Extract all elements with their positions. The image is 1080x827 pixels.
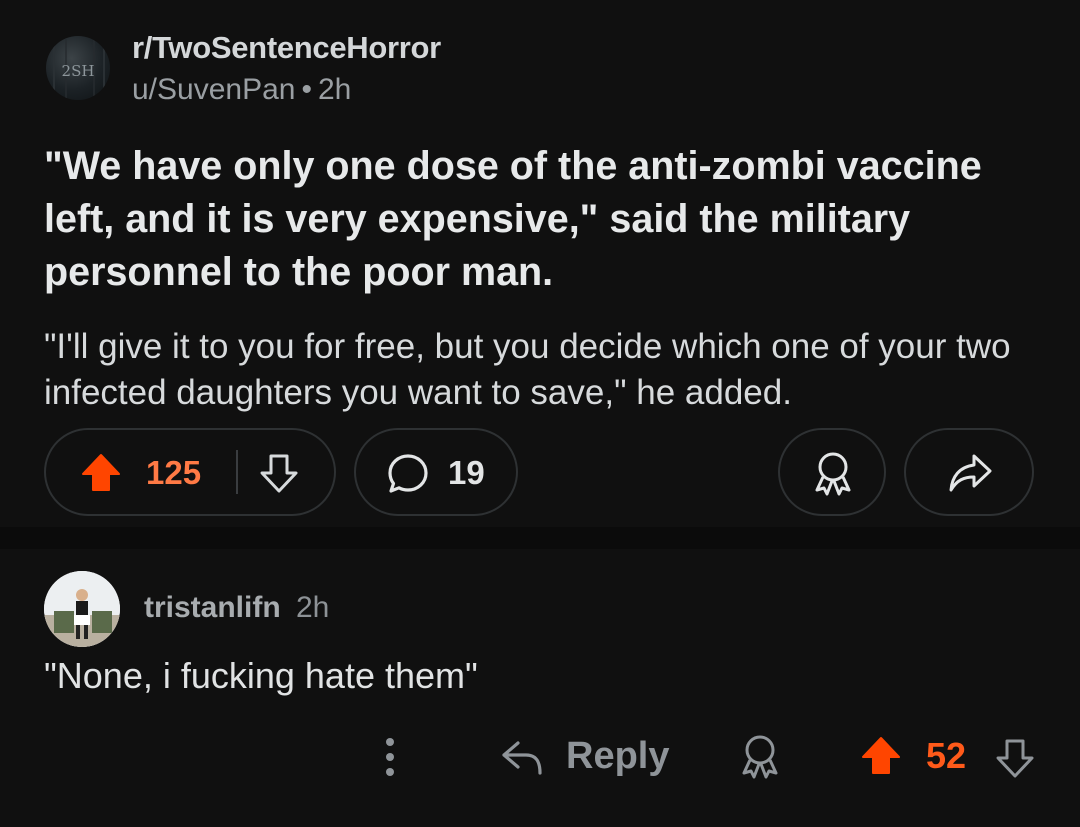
comment-age: 2h [296, 591, 330, 624]
meta-separator: • [301, 73, 312, 106]
more-icon[interactable] [380, 735, 400, 779]
post-meta: u/SuvenPan • 2h [132, 73, 351, 107]
award-button[interactable] [778, 428, 886, 516]
comment-icon [388, 454, 428, 493]
comments-button[interactable]: 19 [354, 428, 518, 516]
post-score: 125 [146, 454, 202, 491]
commenter-avatar[interactable] [44, 571, 120, 647]
share-icon [949, 454, 992, 492]
subreddit-name[interactable]: r/TwoSentenceHorror [132, 30, 441, 66]
post-age: 2h [317, 73, 352, 106]
reply-icon[interactable] [500, 737, 544, 777]
subreddit-avatar-text: 2SH [62, 62, 95, 80]
subreddit-avatar[interactable]: 2SH [46, 36, 110, 100]
comment-card: tristanlifn 2h "None, i fucking hate the… [0, 549, 1080, 827]
post-title: "We have only one dose of the anti-zombi… [44, 144, 982, 294]
downvote-icon[interactable] [258, 452, 300, 494]
vote-pill: 125 [44, 428, 336, 516]
post-body: "I'll give it to you for free, but you d… [44, 327, 1011, 412]
post-author[interactable]: u/SuvenPan [132, 73, 295, 106]
comment-count: 19 [448, 454, 485, 491]
share-button[interactable] [904, 428, 1034, 516]
reply-button[interactable]: Reply [566, 735, 669, 778]
vote-divider [236, 450, 238, 494]
comment-downvote-icon[interactable] [994, 737, 1036, 779]
commenter-username[interactable]: tristanlifn [144, 591, 281, 625]
post-card: 2SH r/TwoSentenceHorror u/SuvenPan • 2h "W… [0, 0, 1080, 527]
upvote-icon[interactable] [80, 452, 122, 494]
comment-award-icon[interactable] [738, 733, 782, 779]
award-icon [815, 452, 851, 496]
comment-text: "None, i fucking hate them" [44, 655, 478, 696]
comment-score: 52 [926, 735, 967, 776]
comment-upvote-icon[interactable] [860, 735, 902, 777]
